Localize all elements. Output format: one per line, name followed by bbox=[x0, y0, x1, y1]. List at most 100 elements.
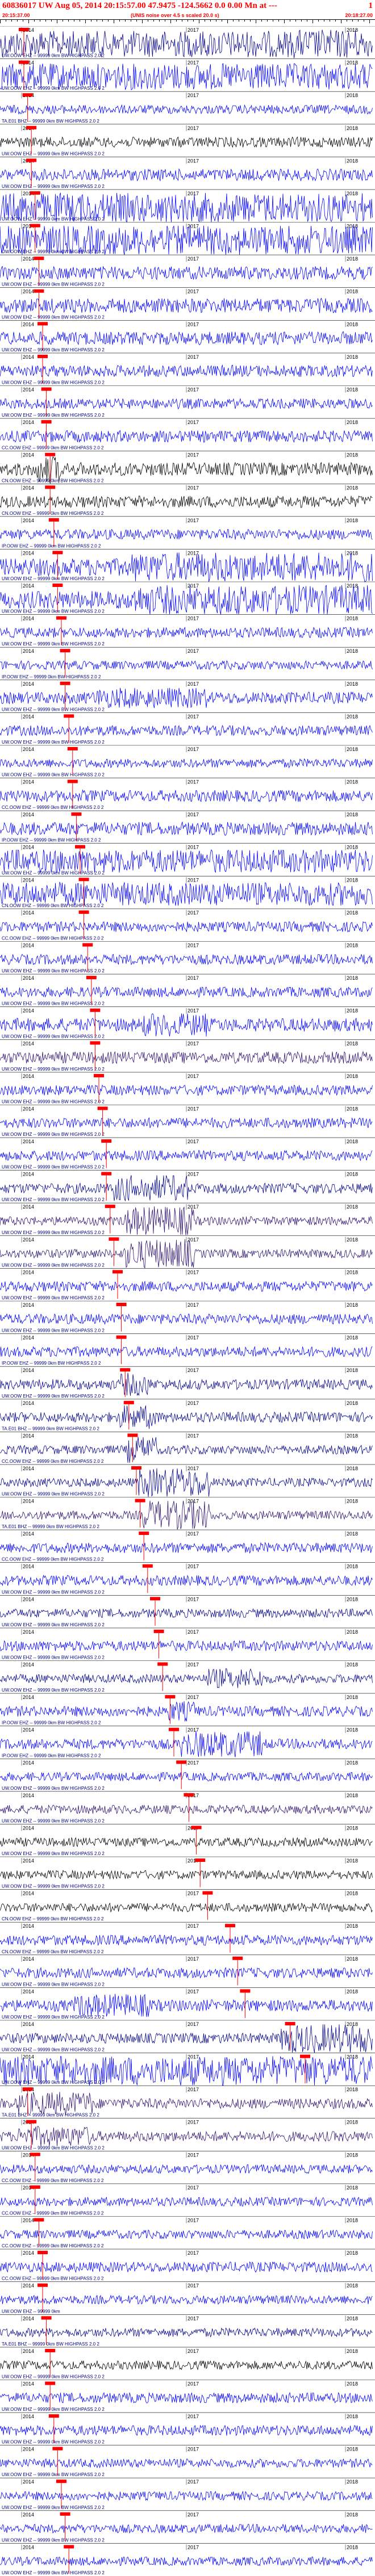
year-label: 2017 bbox=[188, 648, 199, 654]
ruler-tick bbox=[28, 20, 29, 23]
year-label: 2018 bbox=[347, 2414, 358, 2419]
year-label: 2017 bbox=[188, 1269, 199, 1275]
waveform bbox=[0, 687, 373, 708]
year-label: 2017 bbox=[188, 1139, 199, 1144]
trace-label: UW.OOW EHZ -- 99999 0km BW HIGHPASS 2.0 … bbox=[2, 2374, 105, 2380]
year-label: 2018 bbox=[347, 419, 358, 425]
waveform bbox=[0, 496, 373, 509]
trace-label: UW.OOW EHZ -- 99999 0km BW HIGHPASS 2.0 … bbox=[2, 2537, 105, 2543]
year-label: 2017 bbox=[188, 1106, 199, 1112]
waveform bbox=[0, 2092, 373, 2116]
trace-label: UW.OOW EHZ -- 99999 0km BW HIGHPASS 2.0 … bbox=[2, 1295, 105, 1300]
pick-marker bbox=[135, 1499, 145, 1503]
trace-row: 2014 2017 2018 CN.OOW EHZ -- 99999 0km BW H… bbox=[0, 1889, 375, 1921]
year-label: 2014 bbox=[23, 975, 34, 981]
year-label: 2014 bbox=[23, 1237, 34, 1243]
pick-marker bbox=[184, 1793, 194, 1797]
year-label: 2014 bbox=[23, 1302, 34, 1308]
trace-label: UW.OOW EHZ -- 99999 0km BW HIGHPASS 2.0 … bbox=[2, 576, 105, 581]
year-label: 2014 bbox=[23, 2381, 34, 2387]
ruler-tick bbox=[125, 20, 126, 22]
pick-marker bbox=[38, 2283, 48, 2287]
year-label: 2017 bbox=[188, 2544, 199, 2550]
waveform bbox=[0, 2126, 373, 2147]
year-label: 2017 bbox=[188, 877, 199, 883]
year-label: 2014 bbox=[23, 1825, 34, 1831]
year-label: 2018 bbox=[347, 518, 358, 523]
waveform bbox=[0, 1574, 373, 1587]
waveform bbox=[0, 136, 373, 148]
trace-row: 201420172018UW.OOW EHZ -- 99999 0km BW H… bbox=[0, 2380, 375, 2412]
year-label: 2017 bbox=[188, 387, 199, 393]
year-label: 2017 bbox=[188, 746, 199, 752]
year-label: 2018 bbox=[347, 1564, 358, 1570]
trace-row: 2014 2017 2018 UW.OOW EHZ -- 99999 0km bbox=[0, 2281, 375, 2314]
trace-label: UW.OOW EHZ -- 99999 0km BW HIGHPASS 2.0 … bbox=[2, 184, 105, 189]
year-label: 2017 bbox=[188, 2250, 199, 2256]
year-label: 2018 bbox=[347, 681, 358, 687]
waveform bbox=[0, 849, 373, 874]
year-label: 2018 bbox=[347, 1727, 358, 1733]
pick-marker bbox=[139, 1532, 149, 1535]
year-label: 2018 bbox=[347, 943, 358, 949]
trace-label: UW.OOW EHZ -- 99999 0km BW HIGHPASS 2.0 … bbox=[2, 53, 105, 58]
trace-row: 201420172018UW.OOW EHZ -- 99999 0km BW H… bbox=[0, 1824, 375, 1856]
pick-marker bbox=[109, 1237, 119, 1241]
year-label: 2018 bbox=[347, 2348, 358, 2354]
year-label: 2014 bbox=[23, 289, 34, 295]
waveform bbox=[0, 2294, 373, 2305]
trace-label: UW.OOW EHZ -- 99999 0km BW HIGHPASS 2.0 … bbox=[2, 1622, 105, 1627]
trace-label: IP.OOW EHZ -- 99999 0km BW HIGHPASS 2.0 … bbox=[2, 543, 101, 548]
ruler-tick bbox=[244, 20, 245, 22]
year-label: 2017 bbox=[188, 2315, 199, 2321]
trace-row: 201420172018UW.OOW EHZ -- 99999 0km BW H… bbox=[0, 1366, 375, 1399]
pick-marker bbox=[41, 420, 52, 424]
year-label: 2017 bbox=[188, 452, 199, 458]
trace-row: 2014 2017 2018 IP.OOW EHZ -- 99999 0km BW H… bbox=[0, 647, 375, 679]
year-label: 2017 bbox=[188, 681, 199, 687]
ruler-tick bbox=[170, 20, 171, 23]
waveform bbox=[0, 2458, 373, 2469]
pick-marker bbox=[225, 1924, 235, 1928]
trace-label: UW.OOW EHZ -- 99999 0km BW HIGHPASS 2.0 … bbox=[2, 314, 105, 320]
pick-marker bbox=[157, 1662, 168, 1666]
trace-row: 201420172018UW.OOW EHZ -- 99999 0km BW H… bbox=[0, 124, 375, 156]
trace-label: UW.OOW EHZ -- 99999 0km BW HIGHPASS 2.0 … bbox=[2, 2015, 105, 2020]
trace-row: 201420172018UW.OOW EHZ -- 99999 0km BW H… bbox=[0, 254, 375, 287]
waveform bbox=[0, 168, 373, 182]
year-label: 2017 bbox=[188, 2479, 199, 2485]
trace-row: 2014 2017 2018 CC.OOW EHZ -- 99999 0km BW H… bbox=[0, 908, 375, 941]
trace-row: 201420172018UW.OOW EHZ -- 99999 0km BW H… bbox=[0, 1791, 375, 1823]
ruler-tick bbox=[267, 20, 268, 22]
year-label: 2017 bbox=[188, 1172, 199, 1177]
year-label: 2014 bbox=[23, 943, 34, 949]
year-label: 2014 bbox=[23, 714, 34, 719]
ruler-tick bbox=[193, 20, 194, 22]
pick-marker bbox=[232, 1956, 243, 1960]
waveform bbox=[0, 1668, 373, 1688]
trace-label: UW.OOW EHZ -- 99999 0km BW HIGHPASS 2.0 … bbox=[2, 282, 105, 287]
year-label: 2014 bbox=[23, 2544, 34, 2550]
pick-marker bbox=[60, 649, 70, 653]
year-label: 2018 bbox=[347, 485, 358, 490]
pick-marker bbox=[82, 943, 93, 947]
year-label: 2017 bbox=[188, 1302, 199, 1308]
seismogram-stack: 2014 2017 2018 UW.OOW EHZ -- 99999 0km BW H… bbox=[0, 26, 375, 2575]
waveform bbox=[0, 1869, 373, 1880]
trace-row: 2014 2017 2018 CC.OOW EHZ -- 99999 0km BW H… bbox=[0, 1432, 375, 1464]
trace-label: UW.OOW EHZ -- 99999 0km BW HIGHPASS 2.0 … bbox=[2, 1001, 105, 1006]
year-label: 2014 bbox=[23, 1499, 34, 1504]
ruler-tick bbox=[0, 20, 1, 23]
pick-marker bbox=[26, 158, 37, 162]
year-label: 2014 bbox=[23, 1367, 34, 1373]
year-label: 2018 bbox=[347, 1694, 358, 1700]
year-label: 2017 bbox=[188, 2087, 199, 2092]
waveform bbox=[0, 986, 373, 998]
year-label: 2014 bbox=[23, 583, 34, 589]
year-label: 2018 bbox=[347, 2152, 358, 2158]
year-label: 2017 bbox=[188, 910, 199, 916]
trace-row: 201420172018UW.OOW EHZ -- 99999 0km BW H… bbox=[0, 745, 375, 778]
year-label: 2017 bbox=[188, 1204, 199, 1210]
trace-row: 201420172018UW.OOW EHZ -- 99999 0km BW H… bbox=[0, 2543, 375, 2575]
ruler-tick bbox=[278, 20, 279, 22]
